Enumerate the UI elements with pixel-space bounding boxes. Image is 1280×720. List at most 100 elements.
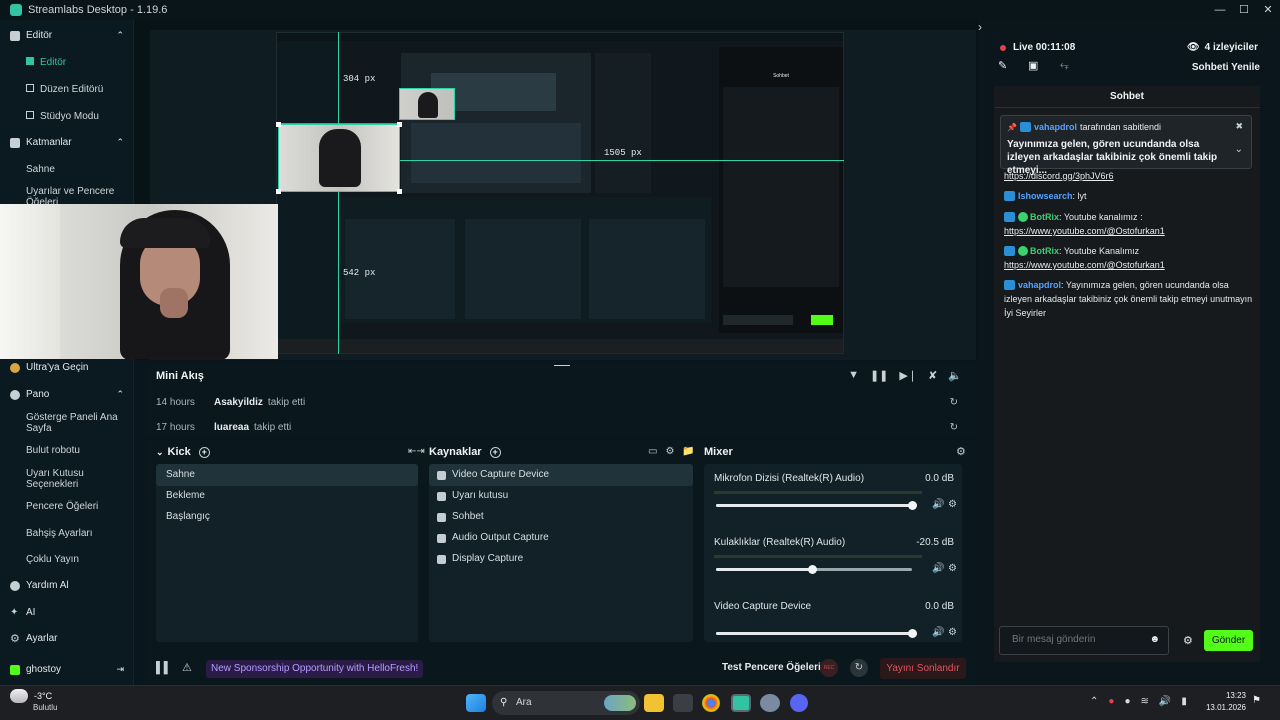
- replay-buffer-icon[interactable]: ↻: [850, 659, 868, 677]
- clock-date[interactable]: 13.01.2026: [1202, 703, 1246, 712]
- share-icon[interactable]: ⥆: [1060, 59, 1069, 72]
- taskbar-search[interactable]: ⚲ Ara: [492, 691, 640, 715]
- speaker-icon[interactable]: 🔊: [932, 563, 944, 574]
- microphone-icon[interactable]: ●: [1124, 696, 1130, 707]
- sidebar-ai[interactable]: ✦ AI: [10, 607, 124, 618]
- unpin-icon[interactable]: ✖: [1235, 121, 1243, 132]
- sidebar-item-dashboard-home[interactable]: Gösterge Paneli Ana Sayfa: [26, 412, 126, 434]
- store-icon[interactable]: [673, 694, 693, 712]
- sidebar-section-editor[interactable]: Editör ⌃: [10, 30, 124, 41]
- pause-icon[interactable]: ❚❚: [870, 369, 888, 382]
- replay-icon[interactable]: ↻: [950, 422, 958, 433]
- volume-slider[interactable]: [716, 565, 912, 574]
- title-bar: Streamlabs Desktop - 1.19.6 — ☐ ✕: [0, 0, 1280, 20]
- source-item[interactable]: Sohbet: [437, 507, 484, 527]
- speaker-icon[interactable]: 🔊: [932, 627, 944, 638]
- chat-input-box[interactable]: ☻: [999, 626, 1169, 655]
- add-scene-icon[interactable]: +: [198, 446, 210, 458]
- sidebar-section-panel[interactable]: Pano ⌃: [10, 389, 124, 400]
- clip-icon[interactable]: ▣: [1028, 59, 1038, 72]
- discord-icon[interactable]: [790, 694, 808, 712]
- streamlabs-taskbar-icon[interactable]: [731, 694, 751, 712]
- scene-transition-icon[interactable]: ⇤⇥: [408, 446, 425, 457]
- file-explorer-icon[interactable]: [644, 694, 664, 712]
- sidebar-item-layout-editor[interactable]: Düzen Editörü: [26, 84, 126, 95]
- user-badge-icon: [1004, 212, 1015, 222]
- folder-icon[interactable]: 📁: [682, 446, 694, 457]
- refresh-chat-button[interactable]: Sohbeti Yenile: [1192, 62, 1260, 73]
- volume-icon[interactable]: 🔊: [1159, 696, 1171, 707]
- promo-banner[interactable]: New Sponsorship Opportunity with HelloFr…: [206, 660, 424, 678]
- collapse-chevron-icon[interactable]: ›: [978, 20, 982, 34]
- chat-input[interactable]: [1012, 634, 1142, 645]
- scene-collection-header[interactable]: ⌄ Kick +: [156, 446, 210, 458]
- close-button[interactable]: ✕: [1256, 0, 1280, 20]
- edit-stream-icon[interactable]: ✎: [998, 59, 1007, 72]
- sidebar-ultra[interactable]: Ultra'ya Geçin: [10, 362, 124, 373]
- warning-icon[interactable]: ⚠: [182, 661, 192, 674]
- chat-message: Ishowsearch: lyt: [1004, 189, 1254, 203]
- source-item[interactable]: Uyarı kutusu: [437, 486, 508, 506]
- notification-icon[interactable]: ⚑: [1252, 695, 1261, 706]
- chevron-up-icon[interactable]: ⌃: [1090, 696, 1098, 707]
- sidebar-item-alertbox-options[interactable]: Uyarı Kutusu Seçenekleri: [26, 468, 126, 490]
- sidebar-item-multistream[interactable]: Çoklu Yayın: [26, 554, 126, 565]
- maximize-button[interactable]: ☐: [1232, 0, 1256, 20]
- source-settings-icon[interactable]: ⚙: [665, 446, 674, 457]
- volume-slider[interactable]: [716, 501, 917, 510]
- settings-app-icon[interactable]: [760, 694, 780, 712]
- sidebar-item-widgets[interactable]: Pencere Öğeleri: [26, 501, 126, 512]
- sidebar-item-scene[interactable]: Sahne: [26, 164, 126, 175]
- sidebar-item-editor[interactable]: Editör: [26, 57, 126, 68]
- tray-app-icon[interactable]: ●: [1108, 696, 1114, 707]
- gear-icon[interactable]: ⚙: [948, 627, 957, 638]
- record-button[interactable]: REC: [820, 659, 838, 677]
- volume-slider-knob[interactable]: [808, 565, 818, 574]
- sidebar-section-layers[interactable]: Katmanlar ⌃: [10, 137, 124, 148]
- sidebar-help[interactable]: Yardım Al: [10, 580, 124, 591]
- battery-icon[interactable]: ▮: [1181, 696, 1187, 707]
- mute-alerts-icon[interactable]: ✘: [928, 369, 937, 382]
- chevron-down-icon[interactable]: ⌄: [1235, 144, 1243, 155]
- filter-icon[interactable]: ▼: [848, 369, 859, 382]
- emoji-icon[interactable]: ☻: [1149, 634, 1160, 645]
- end-stream-button[interactable]: Yayını Sonlandır: [880, 658, 966, 679]
- add-source-icon[interactable]: +: [489, 446, 501, 458]
- windows-start-icon[interactable]: [466, 694, 486, 712]
- folder-add-icon[interactable]: ▭: [648, 446, 657, 457]
- source-item[interactable]: Audio Output Capture: [437, 528, 549, 548]
- test-widgets-button[interactable]: Test Pencere Öğeleri: [722, 662, 821, 673]
- chat-settings-gear-icon[interactable]: ⚙: [1183, 634, 1193, 647]
- sidebar-item-studio-mode[interactable]: Stüdyo Modu: [26, 111, 126, 122]
- minimize-button[interactable]: —: [1208, 0, 1232, 20]
- scene-item[interactable]: Başlangıç: [166, 507, 210, 527]
- mini-feed-title: Mini Akış: [156, 370, 204, 382]
- scene-item[interactable]: Sahne: [166, 465, 195, 485]
- sidebar-settings[interactable]: ⚙ Ayarlar: [10, 633, 124, 644]
- gear-icon[interactable]: ⚙: [948, 499, 957, 510]
- sidebar-item-tip-settings[interactable]: Bahşiş Ayarları: [26, 528, 126, 539]
- logout-icon[interactable]: ⇥: [116, 664, 124, 675]
- volume-slider[interactable]: [716, 629, 917, 638]
- source-item[interactable]: Display Capture: [437, 549, 523, 569]
- gear-icon[interactable]: ⚙: [948, 563, 957, 574]
- sidebar-user[interactable]: ghostoy ⇥: [10, 664, 124, 675]
- pinned-message[interactable]: 📌 vahapdrol tarafından sabitlendi ✖ Yayı…: [1000, 115, 1252, 176]
- volume-slider-knob[interactable]: [908, 629, 917, 638]
- skip-icon[interactable]: ▶❘: [899, 369, 917, 382]
- volume-slider-knob[interactable]: [908, 501, 917, 510]
- clock-time[interactable]: 13:23: [1208, 691, 1246, 700]
- source-item[interactable]: Video Capture Device: [437, 465, 549, 485]
- webcam-source-selected[interactable]: [276, 122, 402, 194]
- chrome-icon[interactable]: [702, 694, 720, 712]
- guide-label-right: 1505 px: [604, 148, 642, 158]
- speaker-icon[interactable]: 🔊: [932, 499, 944, 510]
- wifi-icon[interactable]: ≋: [1140, 696, 1148, 707]
- send-button[interactable]: Gönder: [1204, 630, 1253, 651]
- scene-item[interactable]: Bekleme: [166, 486, 205, 506]
- stats-icon[interactable]: ▌▌: [156, 662, 172, 674]
- replay-icon[interactable]: ↻: [950, 397, 958, 408]
- mixer-settings-icon[interactable]: ⚙: [956, 445, 966, 458]
- volume-icon[interactable]: 🔈: [948, 369, 962, 382]
- sidebar-item-cloudbot[interactable]: Bulut robotu: [26, 445, 126, 456]
